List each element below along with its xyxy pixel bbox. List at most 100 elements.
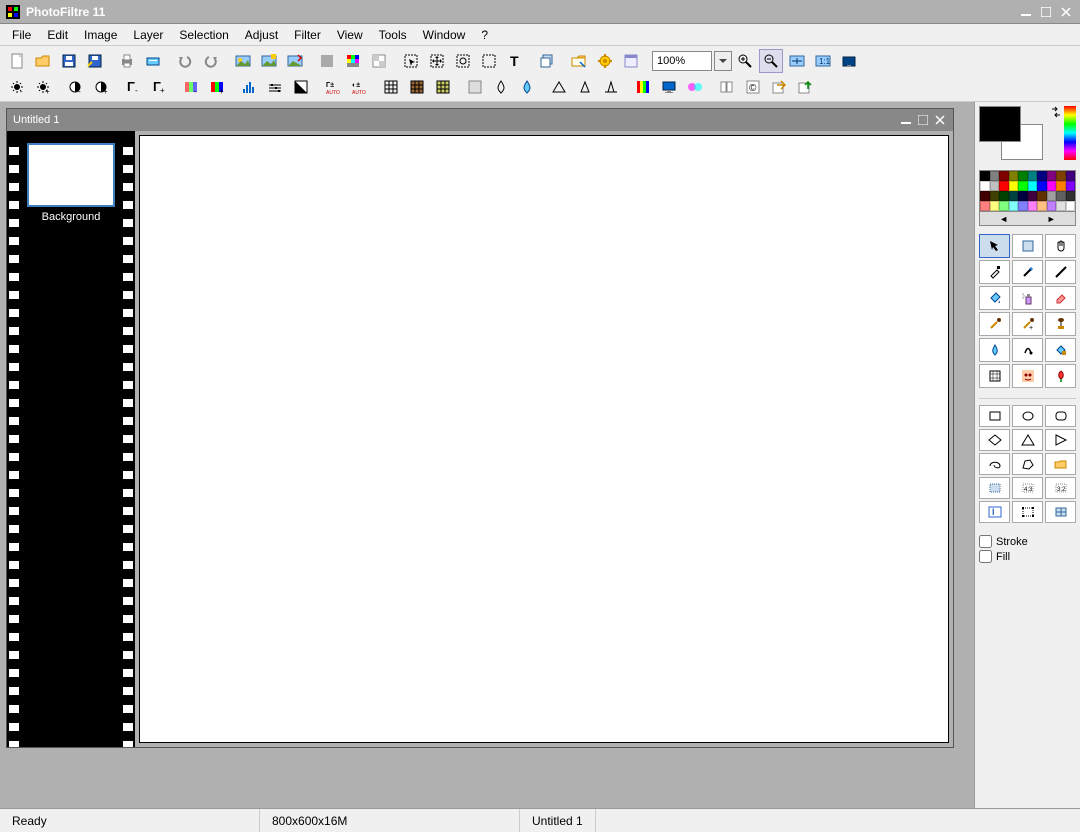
color-bars-icon[interactable] bbox=[631, 75, 655, 99]
palette-color[interactable] bbox=[1037, 201, 1047, 211]
sharpen1-icon[interactable] bbox=[547, 75, 571, 99]
shape-diamond-icon[interactable] bbox=[979, 429, 1010, 451]
sharpen2-icon[interactable] bbox=[573, 75, 597, 99]
crop-icon[interactable] bbox=[451, 49, 475, 73]
hand-tool-icon[interactable] bbox=[1045, 234, 1076, 258]
grid2-icon[interactable] bbox=[405, 75, 429, 99]
preferences-icon[interactable] bbox=[619, 49, 643, 73]
palette-next[interactable]: ► bbox=[1028, 212, 1076, 225]
palette-color[interactable] bbox=[990, 181, 1000, 191]
palette-color[interactable] bbox=[980, 201, 990, 211]
color-palette[interactable] bbox=[979, 170, 1076, 212]
clone-tool-icon[interactable] bbox=[1045, 338, 1076, 362]
shape-triangle-right-icon[interactable] bbox=[1045, 429, 1076, 451]
palette-color[interactable] bbox=[1066, 181, 1076, 191]
transparency-icon[interactable] bbox=[367, 49, 391, 73]
palette-color[interactable] bbox=[1037, 191, 1047, 201]
undo-icon[interactable] bbox=[173, 49, 197, 73]
plugin-icon[interactable] bbox=[593, 49, 617, 73]
zoom-in-icon[interactable] bbox=[733, 49, 757, 73]
palette-color[interactable] bbox=[1047, 181, 1057, 191]
selection-tool-icon[interactable] bbox=[399, 49, 423, 73]
grayscale-icon[interactable] bbox=[289, 75, 313, 99]
export1-icon[interactable] bbox=[767, 75, 791, 99]
brightness-minus-icon[interactable]: - bbox=[5, 75, 29, 99]
open-file-icon[interactable] bbox=[31, 49, 55, 73]
doc-maximize-icon[interactable] bbox=[916, 113, 930, 127]
palette-color[interactable] bbox=[999, 201, 1009, 211]
palette-color[interactable] bbox=[1009, 201, 1019, 211]
gradient-bar[interactable] bbox=[1064, 106, 1076, 160]
doc-close-icon[interactable] bbox=[933, 113, 947, 127]
palette-color[interactable] bbox=[1047, 201, 1057, 211]
palette-color[interactable] bbox=[980, 191, 990, 201]
menu-edit[interactable]: Edit bbox=[39, 26, 76, 44]
menu-adjust[interactable]: Adjust bbox=[237, 26, 286, 44]
palette-color[interactable] bbox=[1018, 181, 1028, 191]
menu-tools[interactable]: Tools bbox=[371, 26, 415, 44]
export2-icon[interactable] bbox=[793, 75, 817, 99]
rect-select-icon[interactable] bbox=[477, 49, 501, 73]
copyright-icon[interactable]: © bbox=[741, 75, 765, 99]
print-icon[interactable] bbox=[115, 49, 139, 73]
eraser-tool-icon[interactable] bbox=[1045, 286, 1076, 310]
palette-color[interactable] bbox=[1066, 171, 1076, 181]
doc-minimize-icon[interactable] bbox=[899, 113, 913, 127]
saturation-plus-icon[interactable]: + bbox=[205, 75, 229, 99]
maximize-button[interactable] bbox=[1038, 4, 1054, 20]
image3-icon[interactable] bbox=[283, 49, 307, 73]
color-grid-icon[interactable] bbox=[341, 49, 365, 73]
palette-color[interactable] bbox=[1066, 191, 1076, 201]
menu-file[interactable]: File bbox=[4, 26, 39, 44]
swap-colors-icon[interactable] bbox=[1050, 106, 1062, 118]
palette-color[interactable] bbox=[1028, 181, 1038, 191]
save-icon[interactable] bbox=[57, 49, 81, 73]
saturation-minus-icon[interactable]: - bbox=[179, 75, 203, 99]
fit-window-icon[interactable] bbox=[785, 49, 809, 73]
eyedropper-tool-icon[interactable] bbox=[979, 260, 1010, 284]
menu-filter[interactable]: Filter bbox=[286, 26, 329, 44]
palette-color[interactable] bbox=[1037, 171, 1047, 181]
monitor-icon[interactable] bbox=[657, 75, 681, 99]
palette-color[interactable] bbox=[1047, 191, 1057, 201]
palette-color[interactable] bbox=[1028, 201, 1038, 211]
contrast-plus-icon[interactable]: + bbox=[89, 75, 113, 99]
art-tool-icon[interactable] bbox=[1045, 364, 1076, 388]
palette-color[interactable] bbox=[1056, 181, 1066, 191]
bucket-tool-icon[interactable] bbox=[979, 286, 1010, 310]
palette-color[interactable] bbox=[1037, 181, 1047, 191]
palette-color[interactable] bbox=[999, 181, 1009, 191]
smudge-tool-icon[interactable] bbox=[1012, 338, 1043, 362]
palette-color[interactable] bbox=[1009, 191, 1019, 201]
shape-folder-icon[interactable] bbox=[1045, 453, 1076, 475]
foreground-color-swatch[interactable] bbox=[979, 106, 1021, 142]
shape-opt3-icon[interactable]: 3:2 bbox=[1045, 477, 1076, 499]
document-titlebar[interactable]: Untitled 1 bbox=[7, 109, 953, 131]
palette-color[interactable] bbox=[990, 171, 1000, 181]
menu-window[interactable]: Window bbox=[415, 26, 474, 44]
auto-levels-icon[interactable]: Γ±AUTO bbox=[321, 75, 345, 99]
palette-color[interactable] bbox=[999, 191, 1009, 201]
palette-color[interactable] bbox=[1028, 191, 1038, 201]
deform-tool-icon[interactable] bbox=[979, 364, 1010, 388]
contrast-minus-icon[interactable]: - bbox=[63, 75, 87, 99]
menu-selection[interactable]: Selection bbox=[171, 26, 236, 44]
shape-opt1-icon[interactable] bbox=[979, 477, 1010, 499]
palette-color[interactable] bbox=[980, 171, 990, 181]
gamma-minus-icon[interactable]: Γ- bbox=[121, 75, 145, 99]
stroke-checkbox[interactable]: Stroke bbox=[979, 535, 1076, 548]
selection-rect-tool-icon[interactable] bbox=[1012, 234, 1043, 258]
minimize-button[interactable] bbox=[1018, 4, 1034, 20]
menu-view[interactable]: View bbox=[329, 26, 371, 44]
palette-color[interactable] bbox=[990, 201, 1000, 211]
actual-size-icon[interactable]: 1:1 bbox=[811, 49, 835, 73]
shape-roundrect-icon[interactable] bbox=[1045, 405, 1076, 427]
scanner-icon[interactable] bbox=[141, 49, 165, 73]
palette-color[interactable] bbox=[1018, 201, 1028, 211]
palette-color[interactable] bbox=[1018, 171, 1028, 181]
shape-lasso-icon[interactable] bbox=[979, 453, 1010, 475]
palette-color[interactable] bbox=[1009, 181, 1019, 191]
palette-prev[interactable]: ◄ bbox=[980, 212, 1028, 225]
shape-grid-icon[interactable] bbox=[1045, 501, 1076, 523]
wand-tool-icon[interactable] bbox=[1012, 260, 1043, 284]
